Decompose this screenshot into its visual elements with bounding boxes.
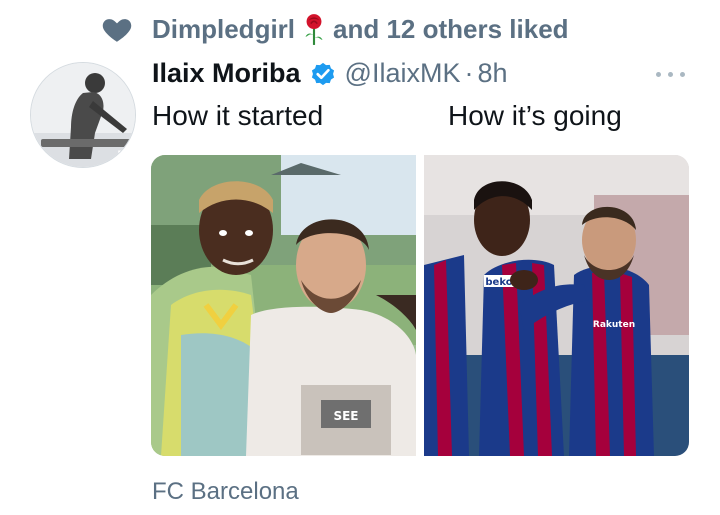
handle-time-separator: · — [464, 58, 474, 88]
photo-young-boy-with-messi[interactable]: SEE — [151, 155, 416, 456]
author-handle[interactable]: @IlaixMK — [345, 58, 461, 89]
location-label[interactable]: FC Barcelona — [152, 478, 299, 506]
svg-text:beko: beko — [485, 277, 512, 288]
tweet-time[interactable]: 8h — [477, 58, 507, 89]
tweet-media: SEE beko Rakuten — [151, 155, 689, 456]
rose-emoji-icon — [305, 14, 323, 45]
tweet-text-right: How it’s going — [448, 100, 622, 131]
verified-badge-icon — [311, 62, 334, 85]
photo-barcelona-players-celebrating[interactable]: beko Rakuten — [424, 155, 689, 456]
heart-icon — [102, 19, 132, 42]
tweet-text: How it started How it’s going — [152, 100, 622, 132]
svg-text:SEE: SEE — [333, 409, 358, 423]
liked-by-suffix: and 12 others liked — [333, 13, 569, 44]
avatar[interactable]: R — [30, 62, 136, 168]
more-options-icon[interactable] — [654, 60, 688, 88]
social-context: Dimpledgirl and 12 others liked — [100, 12, 569, 46]
photo-left-image: SEE — [151, 155, 416, 456]
svg-text:Rakuten: Rakuten — [593, 320, 635, 330]
tweet-header: Ilaix Moriba @IlaixMK · 8h — [152, 58, 508, 89]
svg-text:R: R — [117, 149, 128, 165]
photo-right-image: beko Rakuten — [424, 155, 689, 456]
liker-name[interactable]: Dimpledgirl — [152, 14, 295, 45]
tweet-text-left: How it started — [152, 100, 324, 131]
avatar-image: R — [31, 63, 135, 167]
author-name[interactable]: Ilaix Moriba — [152, 58, 301, 89]
